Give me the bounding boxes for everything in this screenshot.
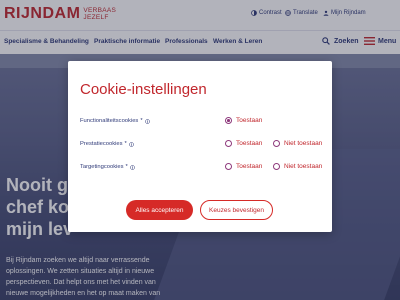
radio-button[interactable] bbox=[225, 140, 232, 147]
radio-button[interactable] bbox=[225, 163, 232, 170]
radio-button[interactable] bbox=[273, 163, 280, 170]
performance-allow-option[interactable]: Toestaan bbox=[225, 140, 262, 147]
info-icon[interactable] bbox=[129, 164, 135, 170]
cookie-settings-dialog: Cookie-instellingen Functionaliteitscook… bbox=[68, 61, 332, 232]
required-mark: * bbox=[140, 118, 143, 124]
accept-all-button[interactable]: Alles accepteren bbox=[126, 200, 193, 220]
cookie-type-name: Targetingcookies bbox=[80, 164, 124, 170]
cookie-row-label: Prestatiecookies * bbox=[80, 141, 134, 147]
radio-button[interactable] bbox=[225, 117, 232, 124]
confirm-choices-button[interactable]: Keuzes bevestigen bbox=[200, 200, 273, 220]
targeting-allow-option[interactable]: Toestaan bbox=[225, 163, 262, 170]
cookie-row-label: Targetingcookies * bbox=[80, 164, 135, 170]
cookie-row-performance: Prestatiecookies * Toestaan Niet toestaa… bbox=[80, 140, 322, 151]
dialog-title: Cookie-instellingen bbox=[80, 81, 207, 98]
required-mark: * bbox=[125, 164, 128, 170]
info-icon[interactable] bbox=[144, 118, 150, 124]
radio-button[interactable] bbox=[273, 140, 280, 147]
option-label: Toestaan bbox=[236, 140, 263, 147]
cookie-row-label: Functionaliteitscookies * bbox=[80, 118, 150, 124]
cookie-type-name: Prestatiecookies bbox=[80, 141, 123, 147]
info-icon[interactable] bbox=[128, 141, 134, 147]
cookie-row-targeting: Targetingcookies * Toestaan Niet toestaa… bbox=[80, 163, 322, 174]
performance-deny-option[interactable]: Niet toestaan bbox=[273, 140, 322, 147]
cookie-type-name: Functionaliteitscookies bbox=[80, 118, 139, 124]
targeting-deny-option[interactable]: Niet toestaan bbox=[273, 163, 322, 170]
functionality-allow-option[interactable]: Toestaan bbox=[225, 117, 262, 124]
option-label: Toestaan bbox=[236, 117, 263, 124]
option-label: Niet toestaan bbox=[284, 163, 323, 170]
option-label: Toestaan bbox=[236, 163, 263, 170]
cookie-row-functionality: Functionaliteitscookies * Toestaan bbox=[80, 117, 320, 128]
required-mark: * bbox=[124, 141, 127, 147]
option-label: Niet toestaan bbox=[284, 140, 323, 147]
